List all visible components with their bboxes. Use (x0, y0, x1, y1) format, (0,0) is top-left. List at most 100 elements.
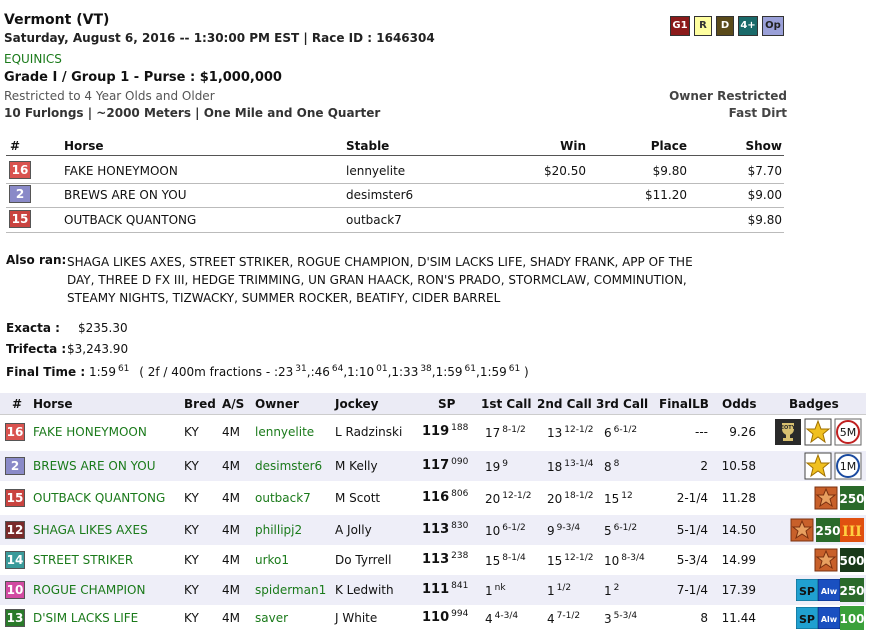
chart-header-sp: SP (438, 397, 456, 411)
sp-value: 110 (422, 610, 450, 625)
race-badge-g1: G1 (670, 16, 690, 36)
call-pos: 20 (485, 492, 501, 506)
horse-link[interactable]: FAKE HONEYMOON (33, 425, 147, 439)
horse-link[interactable]: OUTBACK QUANTONG (33, 491, 165, 505)
race-badge-d: D (716, 16, 734, 36)
second-call: 1 1/2 (547, 583, 571, 598)
graded-star-icon (788, 516, 816, 544)
surface: Fast Dirt (728, 106, 787, 120)
owner-link[interactable]: desimster6 (255, 459, 322, 473)
post-position: 14 (5, 551, 25, 569)
also-ran-line: DAY, THREE D FX III, HEDGE TRIMMING, UN … (67, 273, 687, 287)
odds: 14.99 (721, 553, 756, 567)
bred: KY (184, 583, 199, 597)
call-len: 8-1/2 (502, 425, 526, 435)
third-call: 5 6-1/2 (604, 523, 637, 538)
race-badge-r: R (694, 16, 712, 36)
svg-text:100: 100 (840, 612, 864, 626)
bred: KY (184, 611, 199, 625)
speed-figure: 113 238 (422, 551, 468, 567)
chart-header-3rd-call: 3rd Call (596, 397, 649, 411)
results-stable: outback7 (346, 213, 402, 227)
starts-250-icon: 250 (839, 578, 868, 606)
distance: 10 Furlongs | ~2000 Meters | One Mile an… (4, 106, 381, 120)
call-len: nk (494, 583, 506, 593)
results-header-stable: Stable (346, 139, 390, 153)
trifecta-label: Trifecta : (6, 342, 67, 356)
results-horse: FAKE HONEYMOON (64, 164, 178, 178)
odds: 9.26 (729, 425, 756, 439)
first-call: 4 4-3/4 (485, 611, 518, 626)
results-stable: desimster6 (346, 188, 414, 202)
results-horse: BREWS ARE ON YOU (64, 188, 187, 202)
second-call: 4 7-1/2 (547, 611, 580, 626)
results-header-show: Show (745, 139, 782, 153)
sp-sup: 188 (451, 423, 469, 433)
fraction-sup: 61 (464, 364, 476, 374)
age-sex: 4M (222, 425, 240, 439)
third-call: 15 12 (604, 491, 633, 506)
row-divider (6, 232, 784, 233)
chart-row: 13 D'SIM LACKS LIFE KY 4M saver J White 110 994… (0, 603, 866, 631)
owner-link[interactable]: phillipj2 (255, 523, 302, 537)
race-datetime: Saturday, August 6, 2016 -- 1:30:00 PM E… (4, 31, 435, 45)
speed-figure: 117 090 (422, 457, 468, 473)
horse-link[interactable]: STREET STRIKER (33, 553, 133, 567)
also-ran-label: Also ran: (6, 253, 67, 267)
svg-text:1M: 1M (840, 460, 857, 473)
results-header-num: # (10, 139, 21, 153)
final-lengths-behind: 2-1/4 (676, 491, 708, 505)
sp-value: 117 (422, 458, 450, 473)
chart-header-odds: Odds (722, 397, 757, 411)
post-position: 10 (5, 581, 25, 599)
post-position: 2 (9, 185, 31, 203)
third-call: 3 5-3/4 (604, 611, 637, 626)
speed-figure: 113 830 (422, 521, 468, 537)
final-lengths-behind: 8 (700, 611, 708, 625)
horse-link[interactable]: SHAGA LIKES AXES (33, 523, 148, 537)
first-call: 10 6-1/2 (485, 523, 526, 538)
fraction-time: ,1:59 (476, 365, 507, 379)
jockey: K Ledwith (335, 583, 394, 597)
restriction: Restricted to 4 Year Olds and Older (4, 89, 215, 103)
results-header-divider (6, 155, 784, 156)
fraction-time: ,1:10 (343, 365, 375, 379)
call-pos: 18 (547, 460, 563, 474)
odds: 17.39 (721, 583, 756, 597)
owner-link[interactable]: saver (255, 611, 288, 625)
graded-star-icon (812, 484, 840, 512)
starts-100-icon: 100 (839, 606, 868, 631)
svg-text:Alw: Alw (821, 587, 838, 596)
age-sex: 4M (222, 491, 240, 505)
final-time-sup: 61 (117, 364, 130, 374)
fraction-time: ,1:33 (387, 365, 419, 379)
jockey: J White (335, 611, 378, 625)
fraction-sup: 31 (295, 364, 307, 374)
horse-link[interactable]: D'SIM LACKS LIFE (33, 611, 138, 625)
sp-sup: 238 (451, 551, 469, 561)
call-len: 9 (502, 459, 509, 469)
owner-link[interactable]: spiderman1 (255, 583, 326, 597)
owner-link[interactable]: lennyelite (255, 425, 314, 439)
owner-link[interactable]: urko1 (255, 553, 289, 567)
results-stable: lennyelite (346, 164, 406, 178)
third-call: 6 6-1/2 (604, 425, 637, 440)
final-lengths-behind: 7-1/4 (676, 583, 708, 597)
call-pos: 8 (604, 460, 612, 474)
sp-value: 111 (422, 582, 450, 597)
age-sex: 4M (222, 459, 240, 473)
second-call: 13 12-1/2 (547, 425, 593, 440)
row-divider (6, 183, 784, 184)
owner-link[interactable]: outback7 (255, 491, 311, 505)
call-len: 18-1/2 (564, 491, 594, 501)
horse-link[interactable]: ROGUE CHAMPION (33, 583, 145, 597)
svg-text:SP: SP (799, 613, 815, 626)
fraction-time: ) (520, 365, 529, 379)
chart-header-badges: Badges (789, 397, 839, 411)
final-lengths-behind: --- (695, 425, 708, 439)
fractions: 31,:46 64,1:10 01,1:33 38,1:59 61,1:59 61 ) (293, 364, 529, 379)
speed-figure: 116 806 (422, 489, 468, 505)
svg-text:EOTY: EOTY (781, 425, 796, 431)
horse-link[interactable]: BREWS ARE ON YOU (33, 459, 156, 473)
first-call: 20 12-1/2 (485, 491, 531, 506)
